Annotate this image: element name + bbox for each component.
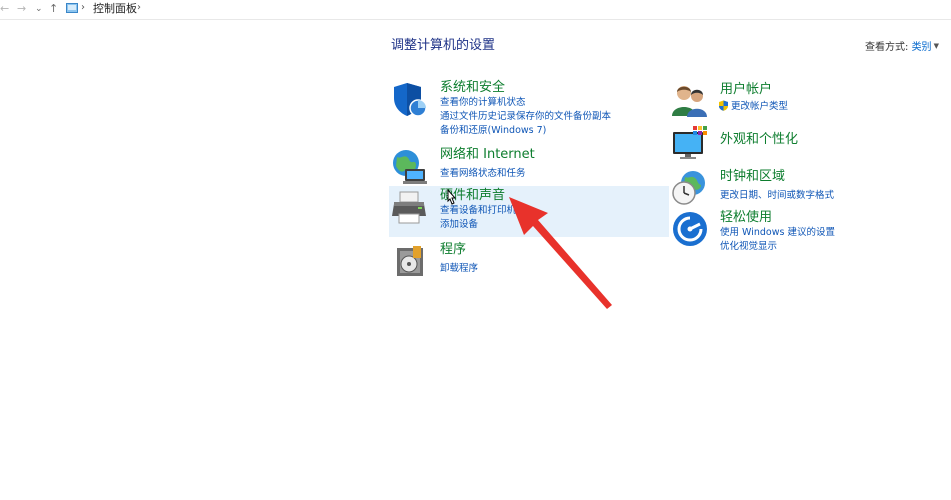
ease-of-access-icon[interactable] — [671, 210, 709, 248]
mouse-cursor-icon — [447, 189, 457, 205]
annotation-arrow-icon — [509, 197, 612, 309]
forward-arrow-icon[interactable]: → — [17, 1, 26, 17]
link-uninstall-program[interactable]: 卸载程序 — [440, 262, 478, 275]
navigation-bar: ← → ⌄ ↑ › 控制面板 › — [0, 0, 951, 20]
category-title-ease-of-access[interactable]: 轻松使用 — [720, 210, 772, 226]
category-title-system-security[interactable]: 系统和安全 — [440, 80, 505, 96]
breadcrumb-dropdown-icon[interactable]: › — [137, 2, 141, 13]
link-devices-printers[interactable]: 查看设备和打印机 — [440, 204, 516, 217]
view-by-dropdown[interactable]: 类别 — [912, 42, 932, 53]
control-panel-folder-icon — [66, 3, 78, 13]
link-windows-recommended-settings[interactable]: 使用 Windows 建议的设置 — [720, 226, 835, 239]
users-icon[interactable] — [671, 82, 709, 120]
chevron-down-icon[interactable]: ▼ — [934, 42, 939, 50]
view-by-control[interactable]: 查看方式: 类别 ▼ — [865, 40, 939, 54]
link-add-device[interactable]: 添加设备 — [440, 218, 478, 231]
up-arrow-icon[interactable]: ↑ — [49, 1, 58, 17]
category-title-programs[interactable]: 程序 — [440, 242, 466, 258]
printer-icon[interactable] — [391, 188, 429, 226]
link-change-date-time-format[interactable]: 更改日期、时间或数字格式 — [720, 189, 834, 202]
link-network-status-tasks[interactable]: 查看网络状态和任务 — [440, 167, 526, 180]
link-view-computer-status[interactable]: 查看你的计算机状态 — [440, 96, 526, 109]
appearance-monitor-icon[interactable] — [671, 124, 709, 162]
clock-globe-icon[interactable] — [671, 169, 709, 207]
breadcrumb-control-panel[interactable]: 控制面板 — [93, 2, 137, 16]
category-title-network-internet[interactable]: 网络和 Internet — [440, 147, 535, 163]
link-file-history-backup[interactable]: 通过文件历史记录保存你的文件备份副本 — [440, 110, 611, 123]
category-title-user-accounts[interactable]: 用户帐户 — [720, 82, 772, 98]
hover-highlight — [389, 186, 669, 237]
category-title-appearance-personalization[interactable]: 外观和个性化 — [720, 132, 798, 148]
programs-icon[interactable] — [391, 242, 429, 280]
link-backup-restore[interactable]: 备份和还原(Windows 7) — [440, 124, 546, 137]
link-change-account-type[interactable]: 更改帐户类型 — [731, 101, 788, 112]
network-globe-icon[interactable] — [391, 147, 429, 185]
page-title: 调整计算机的设置 — [391, 38, 496, 53]
change-account-type-row: 更改帐户类型 — [718, 100, 788, 113]
recent-locations-chevron-icon[interactable]: ⌄ — [35, 1, 43, 17]
breadcrumb-separator-icon: › — [81, 2, 85, 13]
system-security-icon[interactable] — [391, 80, 429, 118]
uac-shield-icon — [719, 100, 728, 111]
category-title-clock-region[interactable]: 时钟和区域 — [720, 169, 785, 185]
view-by-label: 查看方式: — [865, 42, 909, 53]
link-optimize-visual-display[interactable]: 优化视觉显示 — [720, 240, 777, 253]
back-arrow-icon[interactable]: ← — [0, 1, 9, 17]
